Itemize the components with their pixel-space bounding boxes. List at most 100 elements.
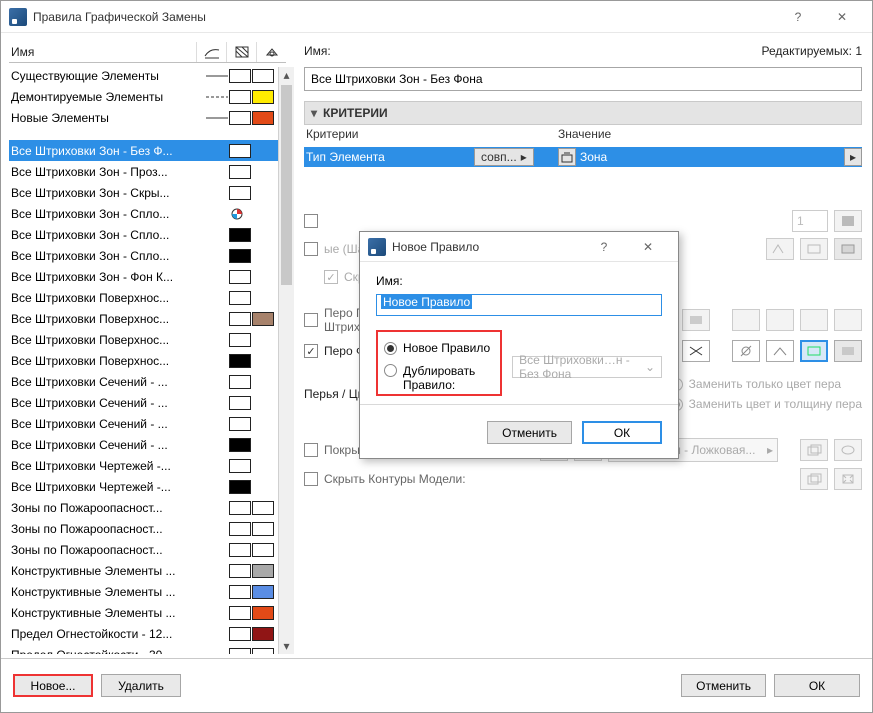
bg-pen-pen-icon[interactable] bbox=[512, 340, 540, 362]
list-item[interactable]: Все Штриховки Зон - Проз... bbox=[9, 161, 286, 182]
scroll-up-icon[interactable]: ▴ bbox=[279, 67, 294, 83]
criteria-row[interactable]: Тип Элемента совп...▸ Зона ▸ bbox=[304, 147, 862, 167]
surface-paint-icon[interactable] bbox=[540, 439, 568, 461]
col-fill-icon[interactable] bbox=[226, 42, 256, 62]
col-surface-icon[interactable] bbox=[256, 42, 286, 62]
help-button[interactable]: ? bbox=[776, 2, 820, 32]
fg-opt-c[interactable] bbox=[800, 309, 828, 331]
bg-pen-label: Перо Фона Штриховки: bbox=[324, 344, 452, 358]
surface-color-icon[interactable] bbox=[574, 439, 602, 461]
fg-opt-b[interactable] bbox=[766, 309, 794, 331]
list-scrollbar[interactable]: ▴ ▾ bbox=[278, 67, 294, 654]
bg-opt-c[interactable] bbox=[800, 340, 828, 362]
bg-pen-num[interactable] bbox=[640, 340, 676, 362]
fg-pen-check[interactable] bbox=[304, 313, 318, 327]
list-item[interactable]: Все Штриховки Зон - Без Ф... bbox=[9, 140, 286, 161]
fg-pen-color[interactable] bbox=[682, 309, 710, 331]
list-item[interactable]: Конструктивные Элементы ... bbox=[9, 602, 286, 623]
list-item[interactable]: Новые Элементы bbox=[9, 107, 286, 128]
list-item[interactable]: Все Штриховки Зон - Спло... bbox=[9, 224, 286, 245]
model-opt-a[interactable] bbox=[800, 468, 828, 490]
fg-pen-label: Перо Переднего Плана Штриховки: bbox=[324, 306, 484, 334]
line-weight-input[interactable] bbox=[792, 210, 828, 232]
close-button[interactable]: ✕ bbox=[820, 2, 864, 32]
window-title: Правила Графической Замены bbox=[33, 10, 776, 24]
list-item[interactable]: Все Штриховки Зон - Фон К... bbox=[9, 266, 286, 287]
surface-check[interactable] bbox=[304, 443, 318, 457]
fill-btn-b[interactable] bbox=[800, 238, 828, 260]
list-item[interactable]: Все Штриховки Поверхнос... bbox=[9, 308, 286, 329]
list-item[interactable]: Все Штриховки Сечений - ... bbox=[9, 434, 286, 455]
bg-pen-color-icon[interactable] bbox=[546, 340, 574, 362]
list-item[interactable]: Демонтируемые Элементы bbox=[9, 86, 286, 107]
list-item[interactable]: Конструктивные Элементы ... bbox=[9, 560, 286, 581]
surf-opt-a[interactable] bbox=[800, 439, 828, 461]
pen-radio-color-thick[interactable] bbox=[670, 398, 683, 411]
bg-hatch-btn[interactable] bbox=[606, 340, 634, 362]
surface-name: Кирпич - Ложковая... bbox=[641, 443, 755, 457]
bg-opt-b[interactable] bbox=[766, 340, 794, 362]
model-opt-b[interactable] bbox=[834, 468, 862, 490]
scroll-down-icon[interactable]: ▾ bbox=[279, 638, 294, 654]
list-item[interactable]: Конструктивные Элементы ... bbox=[9, 581, 286, 602]
delete-rule-button[interactable]: Удалить bbox=[101, 674, 181, 697]
ok-button[interactable]: ОК bbox=[774, 674, 860, 697]
cancel-button[interactable]: Отменить bbox=[681, 674, 766, 697]
list-item[interactable]: Все Штриховки Чертежей -... bbox=[9, 455, 286, 476]
fill-btn-c[interactable] bbox=[834, 238, 862, 260]
surf-opt-b[interactable] bbox=[834, 439, 862, 461]
list-item[interactable]: Все Штриховки Зон - Спло... bbox=[9, 203, 286, 224]
criteria-op-dropdown[interactable]: совп...▸ bbox=[474, 148, 534, 166]
pen-radio-color-thick-label: Заменить цвет и толщину пера bbox=[689, 397, 862, 411]
fill-btn-a[interactable] bbox=[766, 238, 794, 260]
bg-opt-d[interactable] bbox=[834, 340, 862, 362]
list-item[interactable]: Все Штриховки Сечений - ... bbox=[9, 413, 286, 434]
hide-layer-sep-label: Скрыть Разделители Слоев bbox=[344, 270, 499, 284]
unknown-check-2[interactable] bbox=[304, 242, 318, 256]
surface-preview-icon bbox=[613, 442, 637, 458]
app-icon bbox=[9, 8, 27, 26]
scroll-thumb[interactable] bbox=[281, 85, 292, 285]
col-line-icon[interactable] bbox=[196, 42, 226, 62]
criteria-section-header[interactable]: ▾ КРИТЕРИИ bbox=[304, 101, 862, 125]
bg-pen-check[interactable] bbox=[304, 344, 318, 358]
rule-name-input[interactable] bbox=[304, 67, 862, 91]
surface-combo[interactable]: Кирпич - Ложковая... ▸ bbox=[608, 438, 778, 462]
list-item[interactable]: Все Штриховки Зон - Спло... bbox=[9, 245, 286, 266]
bg-pen-swatch[interactable] bbox=[682, 340, 710, 362]
pen-radio-color-only[interactable] bbox=[670, 378, 683, 391]
list-item[interactable]: Все Штриховки Сечений - ... bbox=[9, 371, 286, 392]
list-item[interactable]: Все Штриховки Сечений - ... bbox=[9, 392, 286, 413]
list-item[interactable]: Зоны по Пожароопасност... bbox=[9, 518, 286, 539]
list-item[interactable]: Все Штриховки Поверхнос... bbox=[9, 350, 286, 371]
list-item[interactable]: Все Штриховки Поверхнос... bbox=[9, 287, 286, 308]
list-item[interactable]: Предел Огнестойкости - 12... bbox=[9, 623, 286, 644]
list-item[interactable]: Зоны по Пожароопасност... bbox=[9, 539, 286, 560]
list-item[interactable]: Предел Огнестойкости - 30... bbox=[9, 644, 286, 654]
fg-pen-hatch-icon[interactable] bbox=[606, 309, 634, 331]
pen-preview-1[interactable] bbox=[834, 210, 862, 232]
step-label: ые (Шаг 1.5) bbox=[324, 242, 393, 256]
window-titlebar: Правила Графической Замены ? ✕ bbox=[1, 1, 872, 33]
bg-opt-a[interactable] bbox=[732, 340, 760, 362]
rule-details-pane: Имя: Редактируемых: 1 ▾ КРИТЕРИИ Критери… bbox=[294, 33, 872, 654]
value-type-icon[interactable] bbox=[558, 148, 576, 166]
dialog-footer: Новое... Удалить Отменить ОК bbox=[1, 658, 872, 712]
col-name[interactable]: Имя bbox=[9, 45, 189, 59]
new-rule-button[interactable]: Новое... bbox=[13, 674, 93, 697]
chevron-right-icon: ▸ bbox=[521, 150, 527, 164]
fg-opt-d[interactable] bbox=[834, 309, 862, 331]
list-item[interactable]: Все Штриховки Чертежей -... bbox=[9, 476, 286, 497]
list-item[interactable]: Существующие Элементы bbox=[9, 65, 286, 86]
rules-list[interactable]: Существующие ЭлементыДемонтируемые Элеме… bbox=[9, 65, 286, 654]
hide-layer-sep-check[interactable] bbox=[324, 270, 338, 284]
criteria-columns: Критерии Значение bbox=[304, 127, 862, 147]
list-item[interactable]: Все Штриховки Поверхнос... bbox=[9, 329, 286, 350]
unknown-check-1[interactable] bbox=[304, 214, 318, 228]
hide-model-check[interactable] bbox=[304, 472, 318, 486]
fg-opt-a[interactable] bbox=[732, 309, 760, 331]
fg-pen-num[interactable] bbox=[640, 309, 676, 331]
list-item[interactable]: Зоны по Пожароопасност... bbox=[9, 497, 286, 518]
criteria-more-button[interactable]: ▸ bbox=[844, 148, 862, 166]
list-item[interactable]: Все Штриховки Зон - Скры... bbox=[9, 182, 286, 203]
